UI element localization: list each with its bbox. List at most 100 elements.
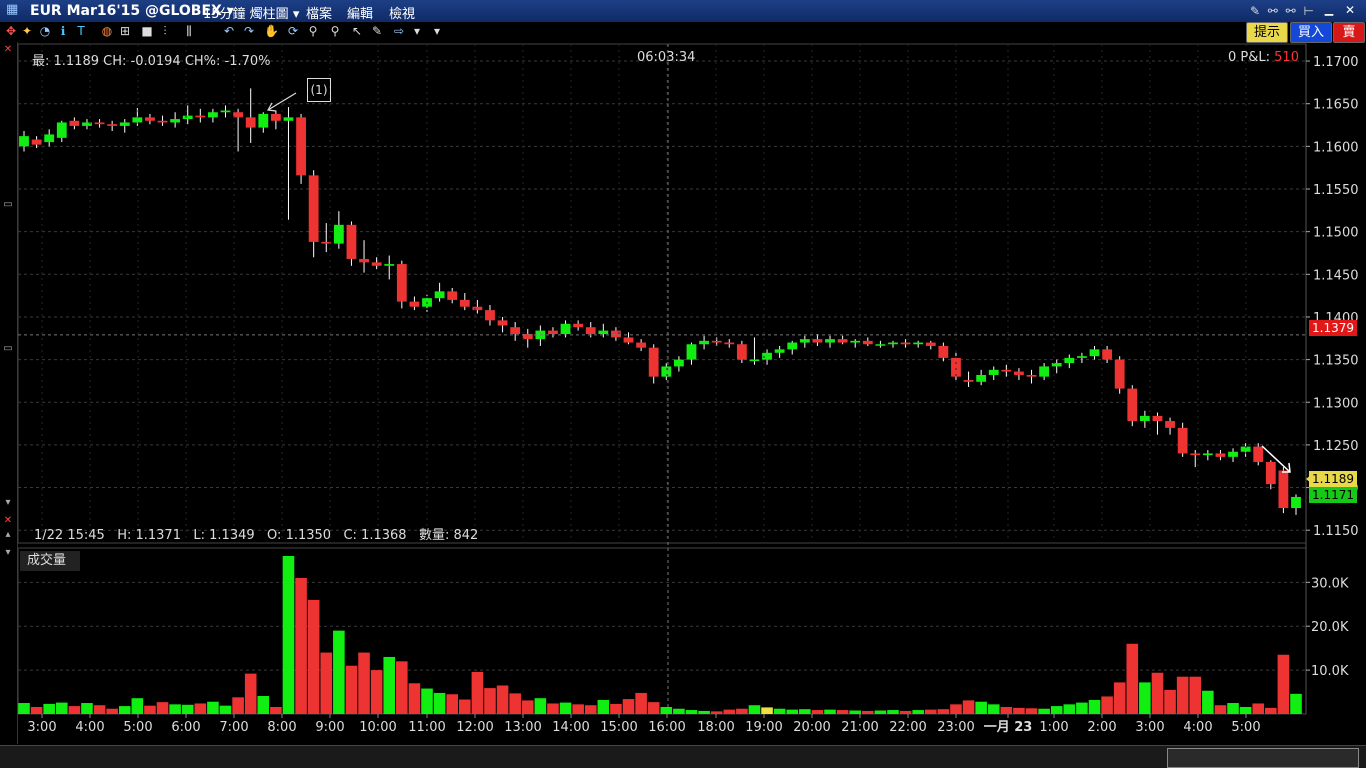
- volume-bar: [131, 698, 144, 714]
- pointer-icon[interactable]: ↖: [350, 24, 364, 38]
- volume-bar: [962, 700, 975, 714]
- candle: [1165, 421, 1175, 428]
- zoom-in-icon[interactable]: ⚲: [306, 24, 320, 38]
- volume-bar: [912, 710, 924, 714]
- time-tick-label: 7:00: [219, 720, 248, 735]
- collapse-icon[interactable]: ▾: [3, 498, 13, 508]
- clock-icon[interactable]: ◔: [38, 24, 52, 38]
- refresh-icon[interactable]: ⟳: [286, 24, 300, 38]
- interval-selector[interactable]: 15分鐘 燭柱圖 ▾: [203, 3, 299, 22]
- scroll-thumb[interactable]: [1167, 748, 1359, 768]
- volume-tick-label: 30.0K: [1311, 576, 1349, 591]
- info-icon[interactable]: ℹ: [56, 24, 70, 38]
- price-pane-frame: [17, 43, 1307, 544]
- candle: [1001, 369, 1012, 372]
- candle: [611, 330, 621, 338]
- volume-bar: [219, 705, 232, 714]
- volume-bar: [597, 699, 610, 714]
- time-tick-label: 19:00: [745, 720, 782, 735]
- lock-icon[interactable]: ▴: [3, 530, 13, 540]
- globe-icon[interactable]: ◍: [100, 24, 114, 38]
- bars-tool-icon[interactable]: ⫶: [158, 24, 172, 38]
- volume-bar: [421, 688, 433, 714]
- candle: [145, 117, 155, 121]
- annotation-label[interactable]: (1): [307, 78, 331, 102]
- pnl-value: 510: [1274, 50, 1299, 65]
- volume-bar: [1088, 699, 1101, 714]
- menu-edit[interactable]: 編輯: [347, 3, 373, 22]
- volume-bar: [610, 703, 622, 714]
- arrow-tool-icon[interactable]: ⇨: [392, 24, 406, 38]
- time-tick-label: 4:00: [1183, 720, 1212, 735]
- candle: [774, 349, 785, 353]
- candle: [1190, 453, 1201, 456]
- quote-summary: 最: 1.1189 CH: -0.0194 CH%: -1.70%: [32, 50, 271, 69]
- dropdown-icon[interactable]: ▾: [410, 24, 424, 38]
- hand-icon[interactable]: ✋: [264, 24, 279, 38]
- volume-bar: [660, 706, 673, 714]
- square-tool-icon[interactable]: ■: [140, 24, 154, 38]
- volume-bar: [685, 710, 698, 714]
- candles-tool-icon[interactable]: ⫼: [182, 24, 196, 38]
- window-tool-icons[interactable]: ✎ ⚯ ⚯ ⊢: [1250, 4, 1316, 18]
- minimize-icon[interactable]: ▁: [1322, 3, 1336, 17]
- candle: [485, 310, 495, 321]
- draw-tool-icon[interactable]: ✎: [370, 24, 384, 38]
- time-tick-label: 1:00: [1039, 720, 1068, 735]
- pane-resize-handle-icon[interactable]: ▭: [3, 200, 13, 210]
- volume-bar: [1151, 672, 1164, 714]
- close-pane-icon[interactable]: ✕: [3, 516, 13, 526]
- candle: [1253, 446, 1264, 462]
- volume-bar: [181, 704, 194, 714]
- volume-bar: [169, 704, 181, 714]
- sell-button[interactable]: 賣: [1333, 22, 1365, 43]
- candlestick-chart[interactable]: 1.17001.16501.16001.15501.15001.14501.14…: [0, 0, 1366, 767]
- candle: [812, 339, 823, 343]
- pane-resize-handle-icon[interactable]: ▭: [3, 344, 13, 354]
- zoom-out-icon[interactable]: ⚲: [328, 24, 342, 38]
- hint-button[interactable]: 提示: [1246, 22, 1288, 43]
- chart-settings-icon[interactable]: ⊞: [118, 24, 132, 38]
- volume-bar: [736, 708, 748, 714]
- volume-bar: [156, 702, 169, 714]
- crosshair-tool-icon[interactable]: ✥: [4, 24, 18, 38]
- more-icon[interactable]: ▾: [430, 24, 444, 38]
- candle: [762, 352, 772, 360]
- volume-bar: [68, 706, 81, 714]
- interval-label: 15分鐘 燭柱圖: [203, 7, 289, 22]
- volume-bar: [622, 699, 635, 714]
- close-pane-icon[interactable]: ✕: [3, 45, 13, 55]
- menu-view[interactable]: 檢視: [389, 3, 415, 22]
- redo-icon[interactable]: ↷: [242, 24, 256, 38]
- expand-icon[interactable]: ▾: [3, 548, 13, 558]
- volume-bar: [975, 701, 987, 714]
- time-tick-label: 3:00: [1135, 720, 1164, 735]
- price-tick-label: 1.1350: [1313, 354, 1359, 369]
- buy-button[interactable]: 買入: [1290, 22, 1332, 43]
- time-scrollbar[interactable]: [0, 745, 1366, 768]
- volume-bar: [207, 701, 219, 714]
- volume-bar: [950, 704, 962, 714]
- candle: [1240, 446, 1251, 452]
- menu-file[interactable]: 檔案: [306, 3, 332, 22]
- text-tool-icon[interactable]: T: [74, 24, 88, 38]
- volume-bar: [521, 700, 534, 714]
- volume-bar: [458, 699, 471, 714]
- candle: [94, 122, 105, 125]
- candle: [19, 136, 29, 147]
- volume-bar: [1176, 676, 1189, 714]
- volume-bar: [282, 556, 295, 714]
- volume-bar: [118, 706, 131, 714]
- volume-bar: [1101, 696, 1113, 714]
- volume-bar: [383, 656, 396, 714]
- price-tick-label: 1.1700: [1313, 55, 1359, 70]
- time-tick-label: 22:00: [889, 720, 926, 735]
- candle: [107, 124, 118, 126]
- candle: [82, 122, 92, 126]
- time-tick-label: 4:00: [75, 720, 104, 735]
- undo-icon[interactable]: ↶: [222, 24, 236, 38]
- close-icon[interactable]: ✕: [1342, 3, 1358, 17]
- annotation-tool-icon[interactable]: ✦: [20, 24, 34, 38]
- volume-bar: [584, 705, 597, 714]
- volume-bar: [786, 709, 799, 714]
